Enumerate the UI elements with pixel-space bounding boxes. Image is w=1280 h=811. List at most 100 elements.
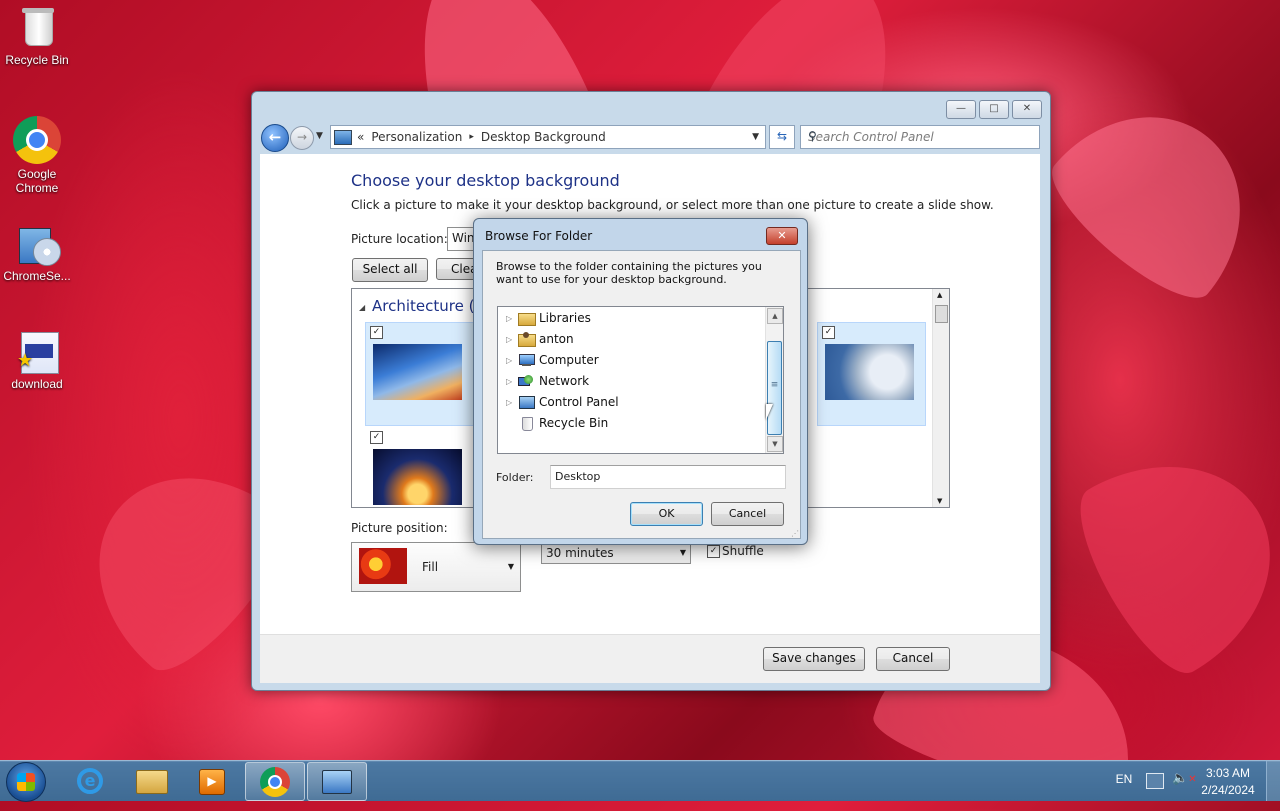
tree-item-control-panel[interactable]: ▷ Control Panel	[506, 392, 619, 412]
dialog-cancel-button[interactable]: Cancel	[711, 502, 784, 526]
search-icon: ⚲	[808, 129, 817, 143]
desktop-icon-label: download	[11, 377, 63, 391]
language-indicator[interactable]: EN	[1114, 772, 1134, 786]
cancel-button[interactable]: Cancel	[876, 647, 950, 671]
browse-for-folder-dialog: Browse For Folder ✕ Browse to the folder…	[473, 218, 808, 545]
dialog-title: Browse For Folder	[485, 229, 593, 243]
desktop-icon-chrome-setup[interactable]: ChromeSe...	[0, 222, 74, 283]
breadcrumb-separator[interactable]: ▸	[469, 132, 474, 142]
chevron-down-icon[interactable]: ▼	[752, 132, 759, 142]
expand-arrow-icon[interactable]: ▷	[506, 377, 518, 386]
dialog-body: Browse to the folder containing the pict…	[482, 250, 801, 539]
control-panel-icon	[518, 395, 535, 409]
breadcrumb-desktop-background[interactable]: Desktop Background	[481, 130, 606, 144]
chevron-down-icon: ▼	[679, 548, 686, 557]
recycle-bin-icon	[518, 416, 535, 431]
chevron-down-icon: ▼	[316, 131, 323, 141]
shuffle-checkbox[interactable]: ✓	[707, 545, 720, 558]
folder-input[interactable]: Desktop	[550, 465, 786, 489]
tree-item-label: Control Panel	[539, 395, 619, 409]
expand-arrow-icon[interactable]: ▷	[506, 356, 518, 365]
scroll-down-arrow[interactable]: ▼	[937, 497, 942, 505]
thumbnail-checkbox[interactable]: ✓	[822, 326, 835, 339]
scroll-thumb[interactable]	[935, 305, 948, 323]
recent-pages-dropdown[interactable]: ▼	[316, 131, 323, 141]
interval-select[interactable]: 30 minutes ▼	[541, 542, 691, 564]
search-input[interactable]: Search Control Panel ⚲	[800, 125, 1040, 149]
expand-arrow-icon[interactable]: ▷	[506, 398, 518, 407]
tree-item-computer[interactable]: ▷ Computer	[506, 350, 599, 370]
refresh-button[interactable]: ⇆	[769, 125, 795, 149]
collapse-arrow-icon[interactable]: ◢	[359, 303, 365, 312]
folder-value: Desktop	[555, 470, 601, 483]
clock-time[interactable]: 3:03 AM	[1198, 766, 1258, 780]
network-icon	[518, 374, 535, 388]
back-button[interactable]: ←	[261, 124, 289, 152]
user-folder-icon	[518, 332, 536, 347]
volume-muted-icon[interactable]: 🔈✕	[1172, 771, 1197, 786]
breadcrumb-personalization[interactable]: Personalization	[371, 130, 462, 144]
tree-scrollbar[interactable]: ▲ ≡ ▼	[765, 307, 783, 453]
save-changes-button[interactable]: Save changes	[763, 647, 865, 671]
scroll-thumb[interactable]: ≡	[767, 341, 782, 435]
dialog-close-button[interactable]: ✕	[766, 227, 798, 245]
shuffle-label[interactable]: Shuffle	[722, 544, 764, 558]
dialog-instructions: Browse to the folder containing the pict…	[496, 260, 762, 286]
picture-thumbnail[interactable]: ✓	[365, 322, 474, 426]
desktop-icon-label: ChromeSe...	[3, 269, 71, 283]
tree-item-anton[interactable]: ▷ anton	[506, 329, 574, 349]
windows-logo-icon	[17, 773, 35, 791]
folder-tree[interactable]: ▷ Libraries ▷ anton ▷ Computer ▷ Network…	[497, 306, 784, 454]
taskbar: e ▶ EN 🔈✕ 3:03 AM 2/24/2024	[0, 760, 1280, 802]
taskbar-control-panel[interactable]	[307, 762, 367, 801]
address-bar[interactable]: « Personalization ▸ Desktop Background ▼	[330, 125, 766, 149]
desktop-icon-download[interactable]: ★ download	[0, 330, 74, 391]
resize-grip-icon[interactable]: ⋰	[791, 529, 799, 538]
scroll-up-arrow[interactable]: ▲	[767, 308, 783, 324]
media-player-icon: ▶	[199, 769, 225, 795]
expand-arrow-icon[interactable]: ▷	[506, 335, 518, 344]
clear-all-button[interactable]: Clea	[436, 258, 477, 280]
start-button[interactable]	[6, 762, 46, 802]
desktop-icon-label: Recycle Bin	[5, 53, 69, 67]
scroll-down-arrow[interactable]: ▼	[767, 436, 783, 452]
taskbar-internet-explorer[interactable]: e	[62, 762, 120, 799]
ok-button[interactable]: OK	[630, 502, 703, 526]
picture-thumbnail[interactable]: ✓	[817, 322, 926, 426]
select-all-button[interactable]: Select all	[352, 258, 428, 282]
desktop-icon-google-chrome[interactable]: Google Chrome	[0, 116, 74, 195]
clock-date[interactable]: 2/24/2024	[1196, 783, 1260, 797]
expand-arrow-icon[interactable]: ▷	[506, 314, 518, 323]
taskbar-file-explorer[interactable]	[122, 762, 180, 799]
taskbar-media-player[interactable]: ▶	[183, 762, 241, 799]
forward-button[interactable]: →	[290, 126, 314, 150]
close-button[interactable]: ✕	[1012, 100, 1042, 119]
minimize-button[interactable]: —	[946, 100, 976, 119]
desktop-icon-recycle-bin[interactable]: Recycle Bin	[0, 6, 74, 67]
thumbnail-checkbox[interactable]: ✓	[370, 431, 383, 444]
tree-item-network[interactable]: ▷ Network	[506, 371, 589, 391]
vertical-scrollbar[interactable]: ▲ ▼	[932, 289, 949, 507]
picture-location-label: Picture location:	[351, 232, 448, 246]
picture-position-select[interactable]: Fill ▼	[351, 542, 521, 592]
picture-thumbnail[interactable]: ✓	[365, 427, 474, 507]
address-chevrons[interactable]: «	[357, 130, 364, 144]
control-panel-icon	[322, 770, 352, 794]
maximize-button[interactable]: □	[979, 100, 1009, 119]
computer-icon	[518, 353, 535, 367]
recycle-bin-icon	[15, 6, 59, 50]
tree-item-label: Recycle Bin	[539, 416, 609, 430]
folder-label: Folder:	[496, 471, 534, 484]
tree-item-libraries[interactable]: ▷ Libraries	[506, 308, 591, 328]
tree-item-label: anton	[539, 332, 574, 346]
network-status-icon[interactable]	[1146, 773, 1164, 789]
show-desktop-button[interactable]	[1266, 761, 1280, 801]
position-preview-image	[359, 548, 407, 584]
taskbar-google-chrome[interactable]	[245, 762, 305, 801]
interval-value: 30 minutes	[546, 546, 614, 560]
architecture-image	[373, 344, 462, 400]
architecture-image	[825, 344, 914, 400]
thumbnail-checkbox[interactable]: ✓	[370, 326, 383, 339]
tree-item-recycle-bin[interactable]: Recycle Bin	[506, 413, 608, 433]
scroll-up-arrow[interactable]: ▲	[937, 291, 942, 299]
